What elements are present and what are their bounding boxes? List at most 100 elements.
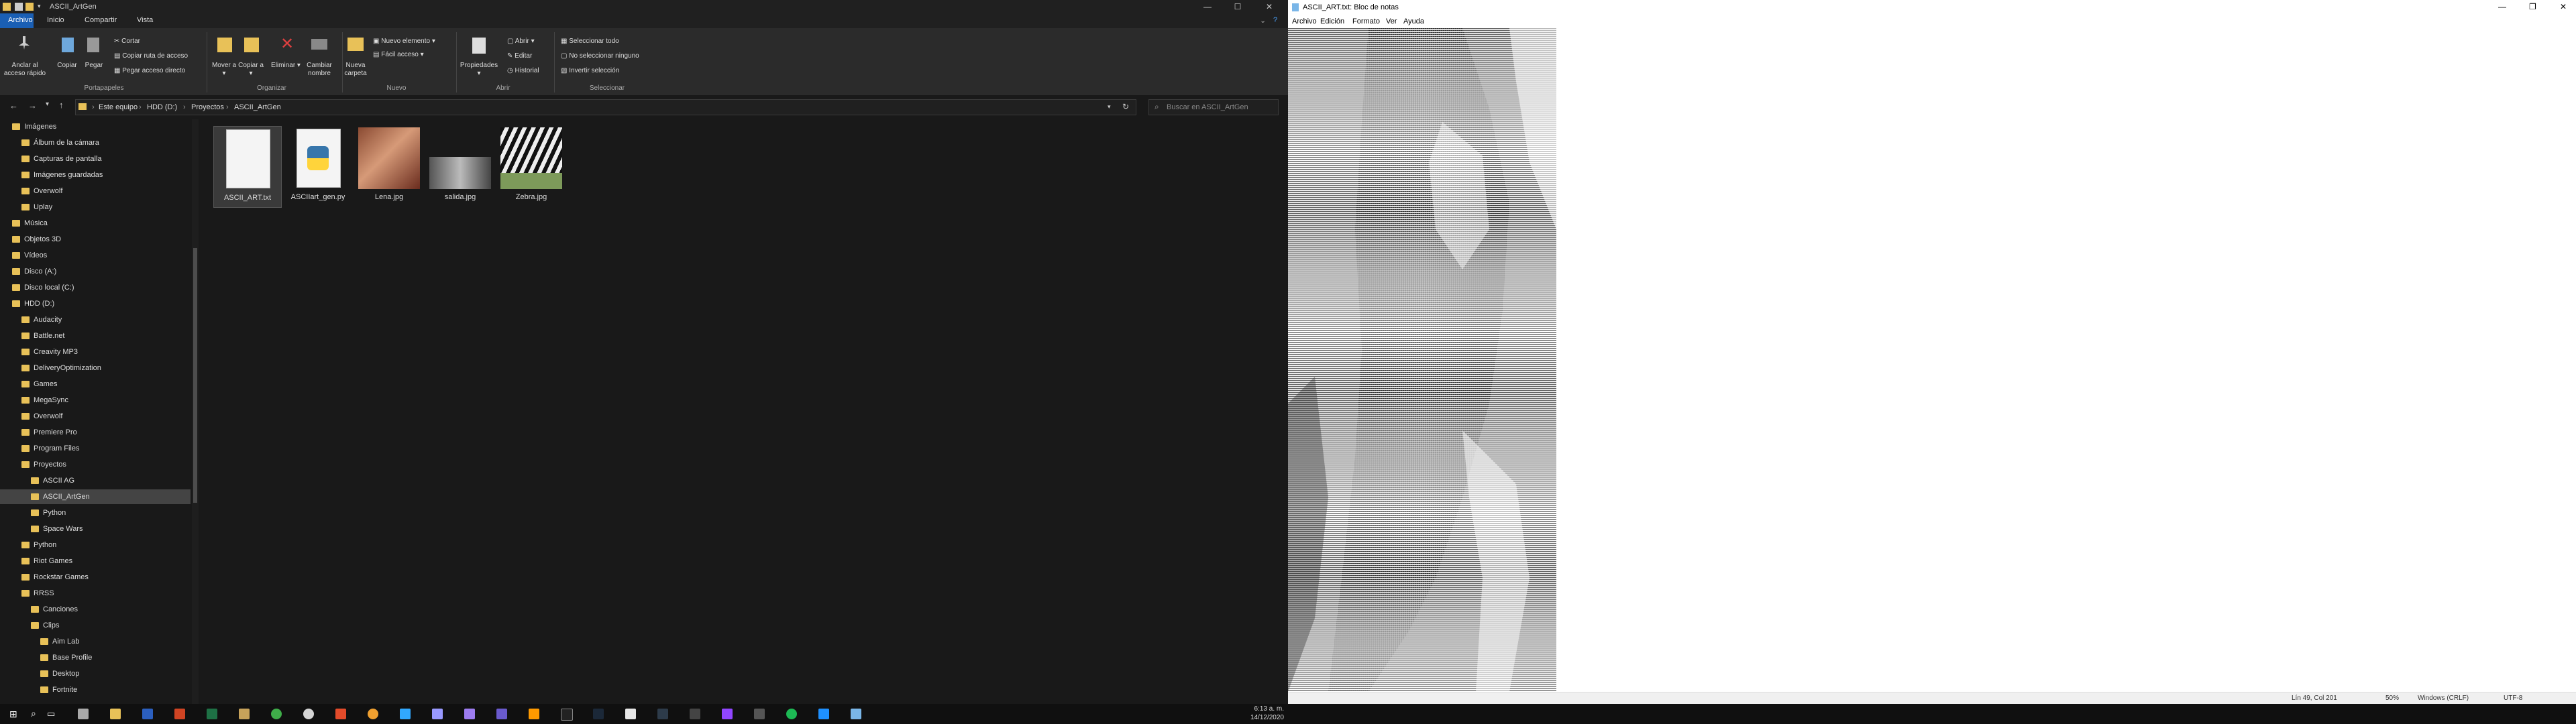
- editar-button[interactable]: ✎ Editar: [507, 52, 532, 60]
- battlenet-icon[interactable]: [657, 709, 668, 719]
- nav-item[interactable]: Imágenes: [0, 119, 191, 134]
- menu-formato[interactable]: Formato: [1352, 17, 1380, 25]
- nav-item[interactable]: Premiere Pro: [0, 425, 191, 440]
- search-box[interactable]: ⌕ Buscar en ASCII_ArtGen: [1148, 99, 1279, 115]
- up-arrow-icon[interactable]: ↑: [59, 100, 64, 110]
- breadcrumb-proyectos[interactable]: Proyectos: [191, 103, 224, 111]
- anclar-button[interactable]: Anclar al acceso rápido: [1, 62, 48, 78]
- nav-item[interactable]: Overwolf: [0, 184, 191, 198]
- invertir-seleccion-button[interactable]: ▧ Invertir selección: [561, 67, 619, 74]
- start-windows-icon[interactable]: ⊞: [9, 709, 17, 720]
- tab-archivo-label[interactable]: Archivo: [8, 16, 33, 24]
- nav-item[interactable]: MegaSync: [0, 393, 191, 408]
- epic-games-icon[interactable]: [561, 709, 573, 721]
- after-effects-icon[interactable]: [464, 709, 475, 719]
- nav-item[interactable]: Fortnite: [0, 682, 191, 697]
- notepad-text-area[interactable]: [1288, 28, 2563, 692]
- nav-item[interactable]: Space Wars: [0, 522, 191, 536]
- nav-item[interactable]: DeliveryOptimization: [0, 361, 191, 375]
- origin-icon[interactable]: [625, 709, 636, 719]
- eliminar-button[interactable]: Eliminar ▾: [270, 62, 302, 70]
- address-bar[interactable]: › Este equipo › HDD (D:) › Proyectos › A…: [75, 99, 1136, 115]
- clock-date[interactable]: 14/12/2020: [1234, 714, 1284, 721]
- vlc-icon[interactable]: [368, 709, 378, 719]
- nav-item[interactable]: Overwolf: [0, 409, 191, 424]
- nav-item[interactable]: Objetos 3D: [0, 232, 191, 247]
- nav-item[interactable]: Uplay: [0, 200, 191, 215]
- nav-item[interactable]: Audacity: [0, 312, 191, 327]
- no-seleccionar-button[interactable]: ▢ No seleccionar ninguno: [561, 52, 639, 60]
- facil-acceso-button[interactable]: ▤ Fácil acceso ▾: [373, 51, 424, 58]
- cortar-button[interactable]: ✂ Cortar: [114, 38, 140, 45]
- nav-item[interactable]: Desktop: [0, 666, 191, 681]
- copiar-ruta-button[interactable]: ▤ Copiar ruta de acceso: [114, 52, 188, 60]
- nav-item[interactable]: Disco local (C:): [0, 280, 191, 295]
- settings-icon[interactable]: [754, 709, 765, 719]
- maximize-button[interactable]: ❐: [2529, 2, 2536, 11]
- nav-item[interactable]: Base Profile: [0, 650, 191, 665]
- notepad-icon[interactable]: [851, 709, 861, 719]
- nueva-carpeta-button[interactable]: Nueva carpeta: [341, 62, 370, 78]
- propiedades-button[interactable]: Propiedades ▾: [459, 62, 499, 78]
- file-tile[interactable]: ASCIIart_gen.py: [284, 126, 352, 206]
- mover-button[interactable]: Mover a ▾: [211, 62, 237, 78]
- nav-item[interactable]: Proyectos: [0, 457, 191, 472]
- nav-item[interactable]: Aim Lab: [0, 634, 191, 649]
- recent-locations-icon[interactable]: ▾: [46, 101, 49, 108]
- menu-archivo[interactable]: Archivo: [1292, 17, 1317, 25]
- ubisoft-icon[interactable]: [690, 709, 700, 719]
- word-icon[interactable]: [142, 709, 153, 719]
- premiere-icon[interactable]: [432, 709, 443, 719]
- cambiar-nombre-button[interactable]: Cambiar nombre: [302, 62, 337, 78]
- nav-item[interactable]: Riot Games: [0, 554, 191, 568]
- nav-item[interactable]: Capturas de pantalla: [0, 152, 191, 166]
- help-icon[interactable]: ?: [1273, 16, 1277, 24]
- nav-item[interactable]: Python: [0, 505, 191, 520]
- menu-edicion[interactable]: Edición: [1320, 17, 1344, 25]
- refresh-icon[interactable]: ↻: [1122, 102, 1129, 111]
- minimize-button[interactable]: —: [2498, 2, 2506, 11]
- illustrator-icon[interactable]: [529, 709, 539, 719]
- back-arrow-icon[interactable]: ←: [9, 101, 18, 111]
- clock-time[interactable]: 6:13 a. m.: [1234, 705, 1284, 713]
- tab-compartir[interactable]: Compartir: [85, 16, 117, 24]
- task-view-icon[interactable]: ▭: [47, 709, 55, 719]
- nav-item[interactable]: Python: [0, 538, 191, 552]
- menu-ayuda[interactable]: Ayuda: [1403, 17, 1424, 25]
- nav-item[interactable]: RRSS: [0, 586, 191, 601]
- store-icon[interactable]: [78, 709, 89, 719]
- app-icon[interactable]: [818, 709, 829, 719]
- chrome-icon[interactable]: [271, 709, 282, 719]
- nav-item[interactable]: Creavity MP3: [0, 345, 191, 359]
- file-tile[interactable]: Zebra.jpg: [498, 126, 565, 206]
- nav-item[interactable]: Clips: [0, 618, 191, 633]
- copiar-button[interactable]: Copiar: [55, 62, 79, 70]
- historial-button[interactable]: ◷ Historial: [507, 67, 539, 74]
- breadcrumb-hdd[interactable]: HDD (D:): [147, 103, 177, 111]
- file-tile[interactable]: ASCII_ART.txt: [213, 126, 282, 208]
- tab-inicio[interactable]: Inicio: [47, 16, 64, 24]
- powerpoint-icon[interactable]: [174, 709, 185, 719]
- expand-ribbon-icon[interactable]: ⌄: [1260, 16, 1266, 25]
- nav-item[interactable]: Canciones: [0, 602, 191, 617]
- nav-item[interactable]: Games: [0, 377, 191, 391]
- nav-item[interactable]: ASCII AG: [0, 473, 191, 488]
- github-icon[interactable]: [303, 709, 314, 719]
- file-tile[interactable]: salida.jpg: [427, 126, 494, 206]
- steam-icon[interactable]: [593, 709, 604, 719]
- seleccionar-todo-button[interactable]: ▦ Seleccionar todo: [561, 38, 619, 45]
- nav-item[interactable]: HDD (D:): [0, 296, 191, 311]
- nav-item[interactable]: Álbum de la cámara: [0, 135, 191, 150]
- copiar-a-button[interactable]: Copiar a ▾: [237, 62, 264, 78]
- new-folder-icon[interactable]: [25, 3, 34, 11]
- sublime-icon[interactable]: [239, 709, 250, 719]
- search-icon[interactable]: ⌕: [31, 708, 36, 719]
- customize-toolbar-icon[interactable]: ▾: [38, 3, 46, 11]
- nuevo-elemento-button[interactable]: ▣ Nuevo elemento ▾: [373, 38, 435, 45]
- menu-ver[interactable]: Ver: [1386, 17, 1397, 25]
- nav-item[interactable]: ASCII_ArtGen: [0, 489, 191, 504]
- nav-item[interactable]: Disco (A:): [0, 264, 191, 279]
- spotify-icon[interactable]: [786, 709, 797, 719]
- pegar-button[interactable]: Pegar: [82, 62, 106, 70]
- breadcrumb-este-equipo[interactable]: Este equipo: [99, 103, 138, 111]
